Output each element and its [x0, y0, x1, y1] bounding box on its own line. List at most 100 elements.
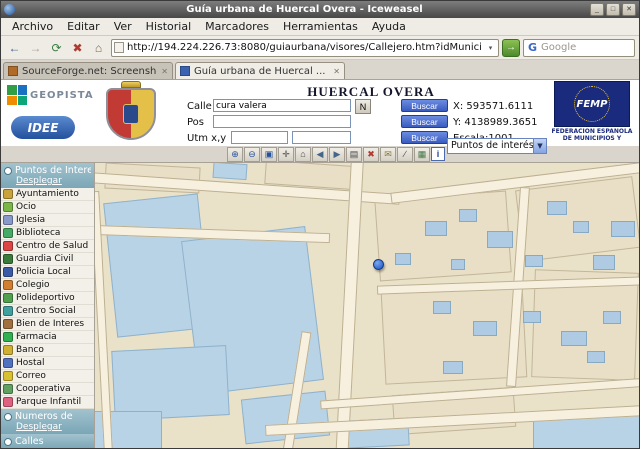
- sidebar-item[interactable]: Banco: [1, 344, 94, 357]
- title-bar[interactable]: Guía urbana de Huercal Overa - Iceweasel…: [1, 1, 639, 18]
- sidebar-item[interactable]: Centro Social: [1, 305, 94, 318]
- sidebar-item[interactable]: Policia Local: [1, 266, 94, 279]
- menu-item[interactable]: Archivo: [5, 19, 60, 34]
- sidebar-item[interactable]: Hostal: [1, 357, 94, 370]
- sidebar-item[interactable]: Guardia Civil: [1, 253, 94, 266]
- go-button[interactable]: →: [502, 38, 520, 57]
- section-title: Puntos de Interes: [15, 165, 91, 176]
- municipality-title: HUERCAL OVERA: [307, 84, 435, 99]
- buscar-utm-button[interactable]: Buscar: [401, 131, 448, 144]
- tab-close-icon[interactable]: ✕: [161, 67, 168, 76]
- n-button[interactable]: N: [355, 99, 371, 114]
- previous-view-icon[interactable]: ◀: [312, 146, 328, 162]
- iceweasel-icon: [4, 4, 15, 15]
- zoom-in-icon[interactable]: ⊕: [227, 146, 243, 162]
- buscar-pos-button[interactable]: Buscar: [401, 115, 448, 128]
- map-marker-icon[interactable]: [373, 259, 384, 270]
- poi-icon: [3, 358, 13, 368]
- sidebar-item[interactable]: Colegio: [1, 279, 94, 292]
- minimize-button[interactable]: _: [590, 3, 604, 16]
- browser-tab[interactable]: Guía urbana de Huercal ... ✕: [175, 62, 345, 79]
- sidebar-item[interactable]: Biblioteca: [1, 227, 94, 240]
- poi-label: Colegio: [16, 280, 50, 290]
- menu-item[interactable]: Historial: [139, 19, 198, 34]
- reload-button[interactable]: ⟳: [47, 38, 66, 57]
- desplegar-link[interactable]: Desplegar: [16, 176, 91, 186]
- back-button[interactable]: ←: [5, 38, 24, 57]
- maximize-button[interactable]: □: [606, 3, 620, 16]
- chevron-down-icon[interactable]: ▼: [533, 139, 546, 153]
- poi-sidebar: Puntos de Interes Desplegar Ayuntamiento: [1, 163, 95, 448]
- home-button[interactable]: ⌂: [89, 38, 108, 57]
- sidebar-item[interactable]: Polideportivo: [1, 292, 94, 305]
- info-icon[interactable]: i: [431, 147, 445, 161]
- clear-selection-icon[interactable]: ✖: [363, 146, 379, 162]
- menu-item[interactable]: Ver: [107, 19, 139, 34]
- zoom-box-icon[interactable]: ▣: [261, 146, 277, 162]
- sidebar-item[interactable]: Cooperativa: [1, 383, 94, 396]
- geopista-logo: GEOPISTA: [7, 85, 94, 105]
- url-input[interactable]: [127, 42, 482, 53]
- utm-y-input[interactable]: [292, 131, 351, 144]
- next-view-icon[interactable]: ▶: [329, 146, 345, 162]
- url-bar[interactable]: ▾: [111, 38, 499, 57]
- tab-close-icon[interactable]: ✕: [333, 67, 340, 76]
- poi-label: Policia Local: [16, 267, 71, 277]
- tab-label: SourceForge.net: Screenshots: [22, 65, 158, 77]
- sidebar-item[interactable]: Correo: [1, 370, 94, 383]
- poi-label: Centro Social: [16, 306, 76, 316]
- email-icon[interactable]: ✉: [380, 146, 396, 162]
- sidebar-section-calles[interactable]: Calles: [1, 434, 94, 448]
- menu-item[interactable]: Ayuda: [365, 19, 413, 34]
- web-search-box[interactable]: G Google: [523, 38, 635, 57]
- calle-input[interactable]: [213, 99, 351, 112]
- geopista-logo-icon: [7, 85, 27, 105]
- poi-label: Iglesia: [16, 215, 46, 225]
- sidebar-section-puntos[interactable]: Puntos de Interes Desplegar: [1, 163, 94, 188]
- sidebar-item[interactable]: Iglesia: [1, 214, 94, 227]
- poi-icon: [3, 384, 13, 394]
- tab-bar: SourceForge.net: Screenshots ✕ Guía urba…: [1, 60, 639, 80]
- calle-label: Calle: [187, 101, 212, 112]
- measure-icon[interactable]: ∕: [397, 146, 413, 162]
- pos-input[interactable]: [213, 115, 351, 128]
- zoom-out-icon[interactable]: ⊖: [244, 146, 260, 162]
- sidebar-item[interactable]: Ocio: [1, 201, 94, 214]
- sidebar-item[interactable]: Centro de Salud: [1, 240, 94, 253]
- forward-button[interactable]: →: [26, 38, 45, 57]
- pan-icon[interactable]: ✛: [278, 146, 294, 162]
- main-content: Puntos de Interes Desplegar Ayuntamiento: [1, 163, 639, 448]
- idee-logo: IDEE: [11, 116, 75, 139]
- menu-item[interactable]: Herramientas: [276, 19, 365, 34]
- poi-label: Centro de Salud: [16, 241, 89, 251]
- app-header: GEOPISTA IDEE HUERCAL OVERA Calle N Busc…: [1, 80, 639, 146]
- sidebar-section-numeros[interactable]: Numeros de Desplegar: [1, 409, 94, 434]
- browser-tab[interactable]: SourceForge.net: Screenshots ✕: [3, 62, 173, 79]
- map-canvas[interactable]: [95, 163, 639, 448]
- sidebar-item[interactable]: Parque Infantil: [1, 396, 94, 409]
- desplegar-link[interactable]: Desplegar: [16, 422, 91, 432]
- poi-icon: [3, 345, 13, 355]
- poi-label: Cooperativa: [16, 384, 71, 394]
- menu-item[interactable]: Editar: [60, 19, 107, 34]
- poi-icon: [3, 280, 13, 290]
- crown-icon: [121, 81, 141, 88]
- sidebar-item[interactable]: Bien de Interes: [1, 318, 94, 331]
- menu-item[interactable]: Marcadores: [198, 19, 276, 34]
- url-dropdown-icon[interactable]: ▾: [485, 44, 496, 52]
- poi-label: Correo: [16, 371, 46, 381]
- utm-x-input[interactable]: [231, 131, 288, 144]
- sidebar-item[interactable]: Farmacia: [1, 331, 94, 344]
- print-icon[interactable]: ▤: [346, 146, 362, 162]
- sidebar-item[interactable]: Ayuntamiento: [1, 188, 94, 201]
- browser-window: Guía urbana de Huercal Overa - Iceweasel…: [0, 0, 640, 449]
- buscar-calle-button[interactable]: Buscar: [401, 99, 448, 112]
- close-button[interactable]: ✕: [622, 3, 636, 16]
- stop-button[interactable]: ✖: [68, 38, 87, 57]
- pos-label: Pos: [187, 117, 205, 128]
- poi-dropdown[interactable]: Puntos de interés ▼: [447, 138, 547, 154]
- select-icon[interactable]: ▦: [414, 146, 430, 162]
- section-title: Numeros de: [15, 411, 73, 422]
- full-extent-icon[interactable]: ⌂: [295, 146, 311, 162]
- tab-label: Guía urbana de Huercal ...: [194, 65, 326, 77]
